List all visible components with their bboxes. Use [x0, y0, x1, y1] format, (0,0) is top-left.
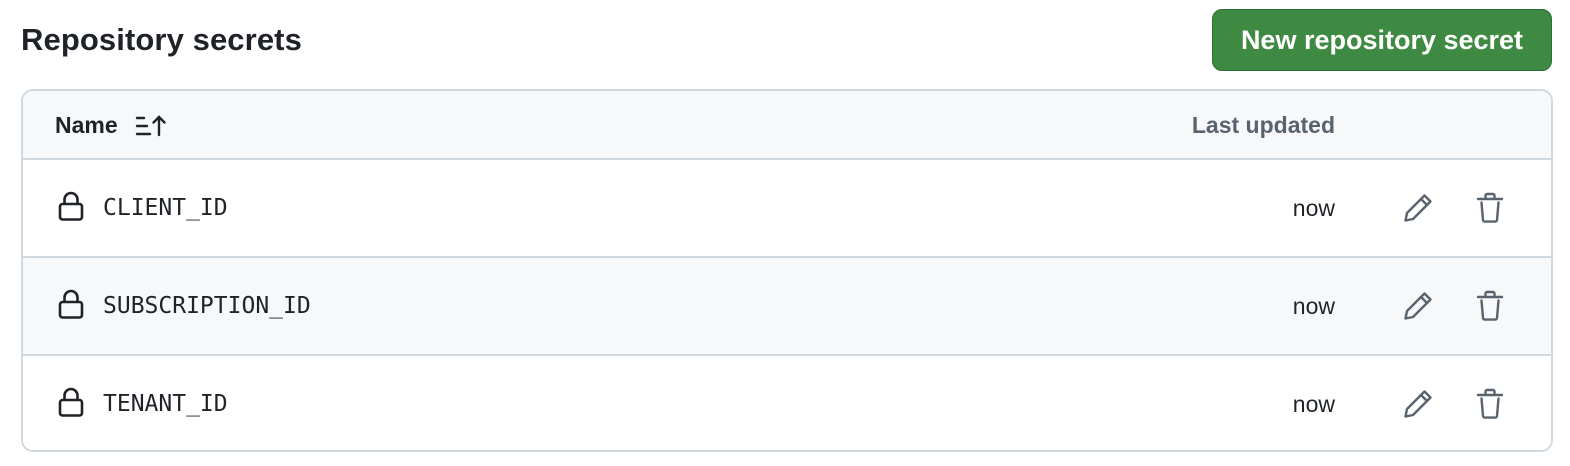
table-row: TENANT_ID now	[23, 356, 1551, 450]
secrets-table: Name Last updated CLIENT_ID now SUBSCRIP…	[21, 89, 1553, 452]
name-column-label: Name	[55, 112, 118, 138]
lock-icon	[58, 289, 84, 319]
edit-secret-button[interactable]	[1400, 190, 1436, 226]
table-header: Name Last updated	[23, 91, 1551, 160]
table-row: SUBSCRIPTION_ID now	[23, 258, 1551, 356]
secrets-page: Repository secrets New repository secret…	[0, 0, 1570, 466]
pencil-icon	[1404, 292, 1432, 320]
table-row: CLIENT_ID now	[23, 160, 1551, 258]
edit-secret-button[interactable]	[1400, 386, 1436, 422]
trash-icon	[1476, 290, 1504, 321]
new-repository-secret-button[interactable]: New repository secret	[1212, 9, 1552, 71]
last-updated-value: now	[1292, 194, 1335, 221]
lock-icon	[58, 191, 84, 221]
delete-secret-button[interactable]	[1472, 288, 1508, 324]
last-updated-column-header: Last updated	[1191, 112, 1335, 138]
secret-name: CLIENT_ID	[103, 195, 228, 221]
secret-name: SUBSCRIPTION_ID	[103, 293, 311, 319]
secret-name: TENANT_ID	[103, 391, 228, 417]
last-updated-value: now	[1292, 292, 1335, 319]
page-title: Repository secrets	[21, 22, 302, 57]
delete-secret-button[interactable]	[1472, 190, 1508, 226]
trash-icon	[1476, 388, 1504, 419]
trash-icon	[1476, 192, 1504, 223]
delete-secret-button[interactable]	[1472, 386, 1508, 422]
edit-secret-button[interactable]	[1400, 288, 1436, 324]
pencil-icon	[1404, 194, 1432, 222]
name-column-header[interactable]: Name	[55, 91, 168, 160]
lock-icon	[58, 387, 84, 417]
sort-ascending-icon[interactable]	[134, 114, 168, 138]
pencil-icon	[1404, 390, 1432, 418]
last-updated-value: now	[1292, 390, 1335, 417]
